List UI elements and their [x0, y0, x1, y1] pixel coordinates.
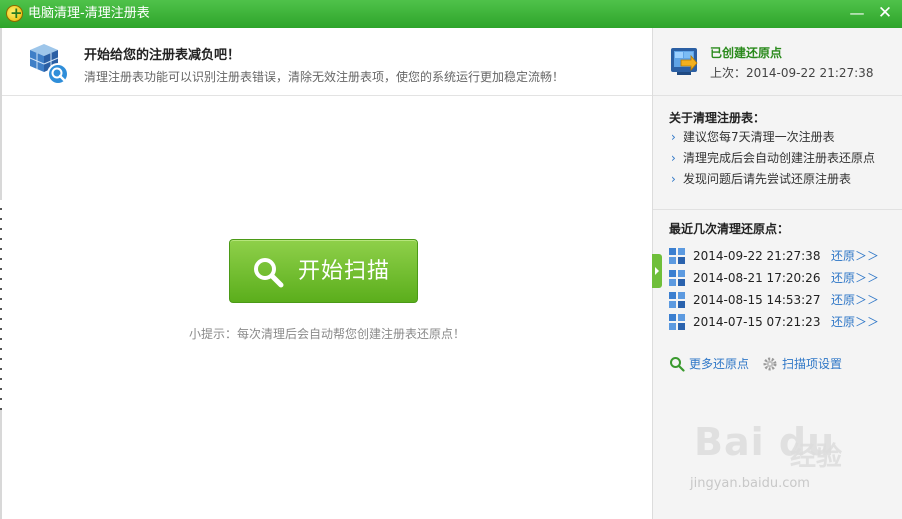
restore-link[interactable]: 还原＞＞ — [831, 289, 879, 311]
minimize-button[interactable]: — — [846, 3, 868, 23]
recent-restore-points: 最近几次清理还原点： 2014-09-22 21:27:38 还原＞＞ 2014… — [669, 220, 897, 333]
chevron-right-icon: › — [671, 172, 676, 186]
about-title: 关于清理注册表： — [669, 111, 766, 125]
restore-point-row: 2014-08-21 17:20:26 还原＞＞ — [669, 267, 897, 289]
restore-list-icon — [669, 292, 685, 308]
about-section: 关于清理注册表： › 建议您每7天清理一次注册表 › 清理完成后会自动创建注册表… — [669, 109, 894, 190]
restore-list-icon — [669, 248, 685, 264]
watermark-url: jingyan.baidu.com — [690, 476, 810, 491]
start-scan-button[interactable]: 开始扫描 — [229, 239, 418, 303]
restore-point-time: 2014-08-15 14:53:27 — [693, 293, 821, 307]
app-logo-icon — [6, 4, 23, 22]
chevron-right-icon: › — [671, 130, 676, 144]
main-panel: 开始给您的注册表减负吧！ 清理注册表功能可以识别注册表错误，清除无效注册表项，使… — [0, 28, 652, 519]
restore-link[interactable]: 还原＞＞ — [831, 245, 879, 267]
page-header: 开始给您的注册表减负吧！ 清理注册表功能可以识别注册表错误，清除无效注册表项，使… — [2, 28, 652, 96]
tip-item: › 建议您每7天清理一次注册表 — [669, 127, 894, 148]
more-restore-points-link[interactable]: 更多还原点 — [669, 354, 749, 374]
tip-text: 建议您每7天清理一次注册表 — [683, 130, 835, 144]
restore-link[interactable]: 还原＞＞ — [831, 311, 879, 333]
restore-point-icon — [671, 48, 698, 75]
restore-list-icon — [669, 270, 685, 286]
page-description: 清理注册表功能可以识别注册表错误，清除无效注册表项，使您的系统运行更加稳定流畅！ — [84, 70, 565, 84]
restore-list-icon — [669, 314, 685, 330]
window-title: 电脑清理-清理注册表 — [28, 6, 150, 21]
close-button[interactable]: ✕ — [874, 3, 896, 23]
scan-hint: 小提示：每次清理后会自动帮您创建注册表还原点！ — [188, 327, 465, 341]
watermark: Bai du 经验 jingyan.baidu.com — [690, 420, 860, 500]
sidebar-collapse-handle[interactable] — [652, 254, 662, 288]
restore-point-list: 2014-09-22 21:27:38 还原＞＞ 2014-08-21 17:2… — [669, 245, 897, 333]
start-scan-label: 开始扫描 — [298, 259, 391, 284]
gear-icon — [763, 357, 777, 371]
registry-cube-icon — [29, 44, 69, 85]
window-edge-marks — [0, 200, 2, 410]
recent-title: 最近几次清理还原点： — [669, 222, 790, 236]
scan-settings-label: 扫描项设置 — [782, 357, 843, 371]
watermark-cn: 经验 — [790, 442, 843, 472]
tip-item: › 发现问题后请先尝试还原注册表 — [669, 169, 894, 190]
search-icon — [670, 357, 685, 372]
restore-point-time: 2014-08-21 17:20:26 — [693, 271, 821, 285]
magnifier-icon — [254, 258, 284, 288]
restore-status-title: 已创建还原点 — [710, 46, 783, 60]
restore-status: 已创建还原点 上次：2014-09-22 21:27:38 — [653, 28, 902, 96]
title-bar: 电脑清理-清理注册表 — ✕ — [0, 0, 902, 28]
restore-link[interactable]: 还原＞＞ — [831, 267, 879, 289]
restore-point-row: 2014-09-22 21:27:38 还原＞＞ — [669, 245, 897, 267]
chevron-right-icon: › — [671, 151, 676, 165]
sidebar-links: 更多还原点 扫描项设置 — [669, 354, 899, 374]
restore-last-time: 上次：2014-09-22 21:27:38 — [710, 66, 874, 80]
more-restore-points-label: 更多还原点 — [689, 357, 750, 371]
restore-point-row: 2014-08-15 14:53:27 还原＞＞ — [669, 289, 897, 311]
divider — [653, 209, 902, 210]
tip-text: 发现问题后请先尝试还原注册表 — [683, 172, 852, 186]
restore-point-time: 2014-09-22 21:27:38 — [693, 249, 821, 263]
tip-text: 清理完成后会自动创建注册表还原点 — [683, 151, 876, 165]
restore-point-time: 2014-07-15 07:21:23 — [693, 315, 821, 329]
restore-point-row: 2014-07-15 07:21:23 还原＞＞ — [669, 311, 897, 333]
scan-settings-link[interactable]: 扫描项设置 — [762, 354, 842, 374]
page-title: 开始给您的注册表减负吧！ — [84, 48, 241, 63]
tip-item: › 清理完成后会自动创建注册表还原点 — [669, 148, 894, 169]
